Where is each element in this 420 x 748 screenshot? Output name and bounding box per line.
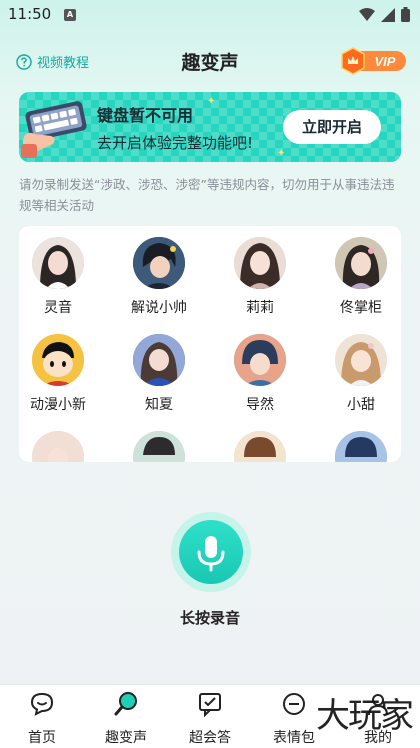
avatar <box>234 237 286 289</box>
avatar <box>133 237 185 289</box>
record-label: 长按录音 <box>179 609 240 627</box>
keyboard-promo-banner[interactable]: ✦ ✦ 键盘暂不可用 去开启体验完整功能吧! 立即开启 <box>19 92 401 162</box>
voice-name: 小甜 <box>347 397 375 413</box>
answer-bubble-icon <box>199 693 221 718</box>
compliance-notice: 请勿录制发送“涉政、涉恐、涉密”等违规内容，切勿用于从事违法违规等相关活动 <box>19 177 395 213</box>
avatar <box>133 334 185 386</box>
voice-name: 动漫小新 <box>30 397 86 413</box>
microphone-icon <box>197 536 225 572</box>
banner-title: 键盘暂不可用 <box>97 106 194 125</box>
record-button-core <box>179 520 243 584</box>
voice-item-dongman-xiaoxin[interactable]: 动漫小新 <box>19 334 103 414</box>
voice-item-partial[interactable] <box>215 431 305 462</box>
avatar <box>234 334 286 386</box>
status-indicators <box>359 7 410 22</box>
voice-name: 莉莉 <box>246 300 274 316</box>
voice-item-lili[interactable]: 莉莉 <box>215 237 305 317</box>
voice-item-tong-zhanggui[interactable]: 佟掌柜 <box>316 237 401 317</box>
avatar <box>133 431 185 462</box>
voice-item-partial[interactable] <box>114 431 204 462</box>
battery-icon <box>401 7 410 22</box>
chat-bubble-icon <box>30 692 54 716</box>
avatar <box>234 431 286 462</box>
voice-grid: 灵音 解说小帅 莉莉 佟掌柜 动漫小新 知夏 导然 小甜 <box>19 226 401 462</box>
status-bar: 11:50 A <box>0 0 420 30</box>
avatar <box>32 237 84 289</box>
vip-badge[interactable]: VIP <box>340 47 408 75</box>
wifi-icon <box>359 7 375 21</box>
keyboard-hand-icon <box>21 101 87 158</box>
avatar <box>335 237 387 289</box>
tab-home[interactable]: 首页 <box>0 691 84 747</box>
avatar <box>335 334 387 386</box>
voice-item-xiaotian[interactable]: 小甜 <box>316 334 401 414</box>
voice-item-lingyin[interactable]: 灵音 <box>19 237 103 317</box>
voice-item-partial[interactable] <box>19 431 103 462</box>
tab-label: 超会答 <box>189 730 231 746</box>
voice-item-partial[interactable] <box>316 431 401 462</box>
voice-name: 佟掌柜 <box>340 300 382 316</box>
voice-item-zhixia[interactable]: 知夏 <box>114 334 204 414</box>
sparkle-icon: ✦ <box>277 148 286 159</box>
banner-subtitle: 去开启体验完整功能吧! <box>97 134 254 152</box>
vip-label: VIP <box>375 54 396 69</box>
voice-name: 解说小帅 <box>131 300 187 316</box>
watermark-logo: 大玩家 <box>316 696 414 736</box>
voice-name: 知夏 <box>145 397 173 413</box>
avatar <box>32 431 84 462</box>
smiley-icon <box>283 693 305 715</box>
header: 视频教程 趣变声 VIP <box>0 44 420 78</box>
app-notification-icon: A <box>64 9 76 21</box>
magic-wand-icon <box>114 692 137 716</box>
avatar <box>32 334 84 386</box>
voice-item-jieshuo-xiaoshuai[interactable]: 解说小帅 <box>114 237 204 317</box>
tab-voice-changer[interactable]: 趣变声 <box>84 691 168 747</box>
tab-label: 首页 <box>28 730 56 746</box>
voice-item-daoran[interactable]: 导然 <box>215 334 305 414</box>
status-time: 11:50 <box>8 5 52 23</box>
record-button[interactable] <box>171 512 251 592</box>
tab-label: 趣变声 <box>105 730 147 746</box>
tab-super-answer[interactable]: 超会答 <box>168 691 252 747</box>
voice-name: 灵音 <box>44 300 72 316</box>
signal-icon <box>381 7 395 22</box>
voice-name: 导然 <box>246 397 274 413</box>
enable-now-button[interactable]: 立即开启 <box>283 110 381 144</box>
sparkle-icon: ✦ <box>207 96 216 107</box>
avatar <box>335 431 387 462</box>
